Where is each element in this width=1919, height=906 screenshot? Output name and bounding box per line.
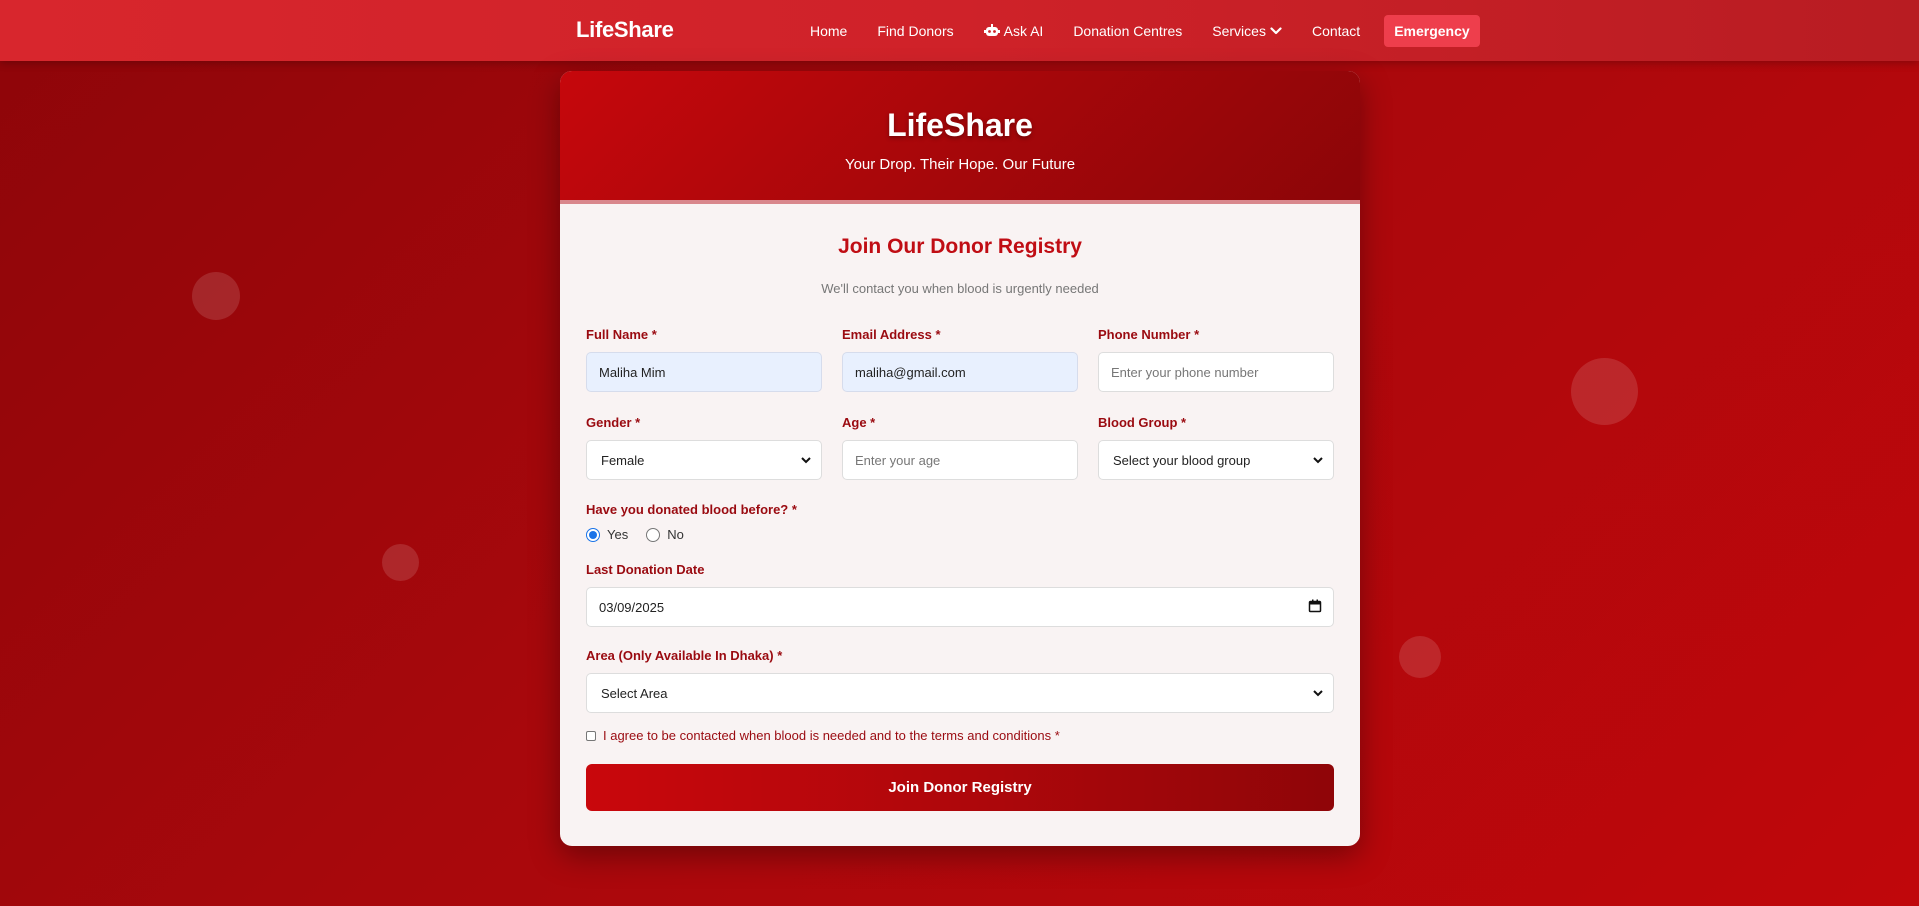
decorative-bubble bbox=[1399, 636, 1441, 678]
brand-logo[interactable]: LifeShare bbox=[576, 17, 674, 43]
area-label: Area (Only Available In Dhaka) * bbox=[586, 648, 783, 663]
robot-icon bbox=[983, 24, 1000, 38]
last-donation-label: Last Donation Date bbox=[586, 562, 705, 577]
nav-find-donors[interactable]: Find Donors bbox=[877, 23, 953, 39]
card-title: LifeShare bbox=[887, 107, 1033, 143]
area-select[interactable]: Select Area bbox=[586, 673, 1334, 713]
full-name-field: Full Name * bbox=[586, 327, 822, 392]
donated-before-field: Have you donated blood before? * Yes No bbox=[586, 502, 1334, 542]
area-select-box[interactable] bbox=[586, 673, 1334, 713]
nav-contact[interactable]: Contact bbox=[1312, 23, 1360, 39]
form-subtitle: We'll contact you when blood is urgently… bbox=[821, 281, 1099, 296]
navbar: LifeShare Home Find Donors Ask AI Donati… bbox=[0, 0, 1919, 61]
nav-services[interactable]: Services bbox=[1212, 23, 1282, 39]
gender-select-box[interactable] bbox=[586, 440, 822, 480]
gender-label: Gender * bbox=[586, 415, 641, 430]
nav-donation-centres[interactable]: Donation Centres bbox=[1073, 23, 1182, 39]
radio-no[interactable]: No bbox=[646, 527, 684, 542]
radio-no-label: No bbox=[667, 527, 684, 542]
last-donation-date-input[interactable]: 03/09/2025 bbox=[586, 587, 1334, 627]
full-name-input[interactable] bbox=[586, 352, 822, 392]
phone-label: Phone Number * bbox=[1098, 327, 1200, 342]
gender-select[interactable]: Female bbox=[586, 440, 822, 480]
card-tagline: Your Drop. Their Hope. Our Future bbox=[844, 156, 1076, 173]
nav-ask-ai-label: Ask AI bbox=[1003, 23, 1044, 39]
email-input[interactable] bbox=[842, 352, 1078, 392]
gender-field: Gender * Female bbox=[586, 415, 822, 480]
last-donation-date-box[interactable] bbox=[586, 587, 1334, 627]
phone-input[interactable] bbox=[1098, 352, 1334, 392]
radio-yes-label: Yes bbox=[607, 527, 629, 542]
join-registry-button[interactable]: Join Donor Registry bbox=[586, 764, 1334, 811]
nav-links: Home Find Donors Ask AI Donation Centres… bbox=[810, 15, 1480, 47]
radio-yes-indicator[interactable] bbox=[586, 527, 600, 542]
blood-group-field: Blood Group * Select your blood group bbox=[1098, 415, 1334, 480]
agree-label: I agree to be contacted when blood is ne… bbox=[603, 728, 1060, 743]
phone-field: Phone Number * bbox=[1098, 327, 1334, 392]
chevron-down-icon bbox=[1270, 26, 1282, 36]
last-donation-field: Last Donation Date 03/09/2025 bbox=[586, 562, 1334, 627]
agree-checkbox[interactable] bbox=[586, 730, 596, 741]
agree-checkbox-row[interactable]: I agree to be contacted when blood is ne… bbox=[586, 728, 1334, 743]
donated-before-radios: Yes No bbox=[586, 527, 1334, 542]
form-row-1: Full Name * Email Address * Phone Number… bbox=[586, 327, 1334, 392]
age-field: Age * bbox=[842, 415, 1078, 480]
blood-group-select-box[interactable] bbox=[1098, 440, 1334, 480]
radio-yes[interactable]: Yes bbox=[586, 527, 628, 542]
card-header: LifeShare Your Drop. Their Hope. Our Fut… bbox=[560, 71, 1360, 204]
age-input[interactable] bbox=[842, 440, 1078, 480]
registration-card: LifeShare Your Drop. Their Hope. Our Fut… bbox=[560, 71, 1360, 846]
email-field: Email Address * bbox=[842, 327, 1078, 392]
form-row-2: Gender * Female Age * Blood Group * Sele… bbox=[586, 415, 1334, 480]
nav-ask-ai[interactable]: Ask AI bbox=[983, 23, 1044, 39]
decorative-bubble bbox=[382, 544, 419, 581]
emergency-button[interactable]: Emergency bbox=[1384, 15, 1480, 47]
email-label: Email Address * bbox=[842, 327, 941, 342]
area-field: Area (Only Available In Dhaka) * Select … bbox=[586, 648, 1334, 713]
decorative-bubble bbox=[1571, 358, 1638, 425]
form-title: Join Our Donor Registry bbox=[838, 235, 1082, 258]
radio-no-indicator[interactable] bbox=[646, 527, 661, 542]
donor-form: Join Our Donor Registry We'll contact yo… bbox=[560, 235, 1360, 811]
decorative-bubble bbox=[192, 272, 240, 320]
age-label: Age * bbox=[842, 415, 876, 430]
donated-before-label: Have you donated blood before? * bbox=[586, 502, 797, 517]
full-name-label: Full Name * bbox=[586, 327, 657, 342]
blood-group-select[interactable]: Select your blood group bbox=[1098, 440, 1334, 480]
nav-home[interactable]: Home bbox=[810, 23, 847, 39]
blood-group-label: Blood Group * bbox=[1098, 415, 1187, 430]
nav-services-label: Services bbox=[1212, 23, 1266, 39]
